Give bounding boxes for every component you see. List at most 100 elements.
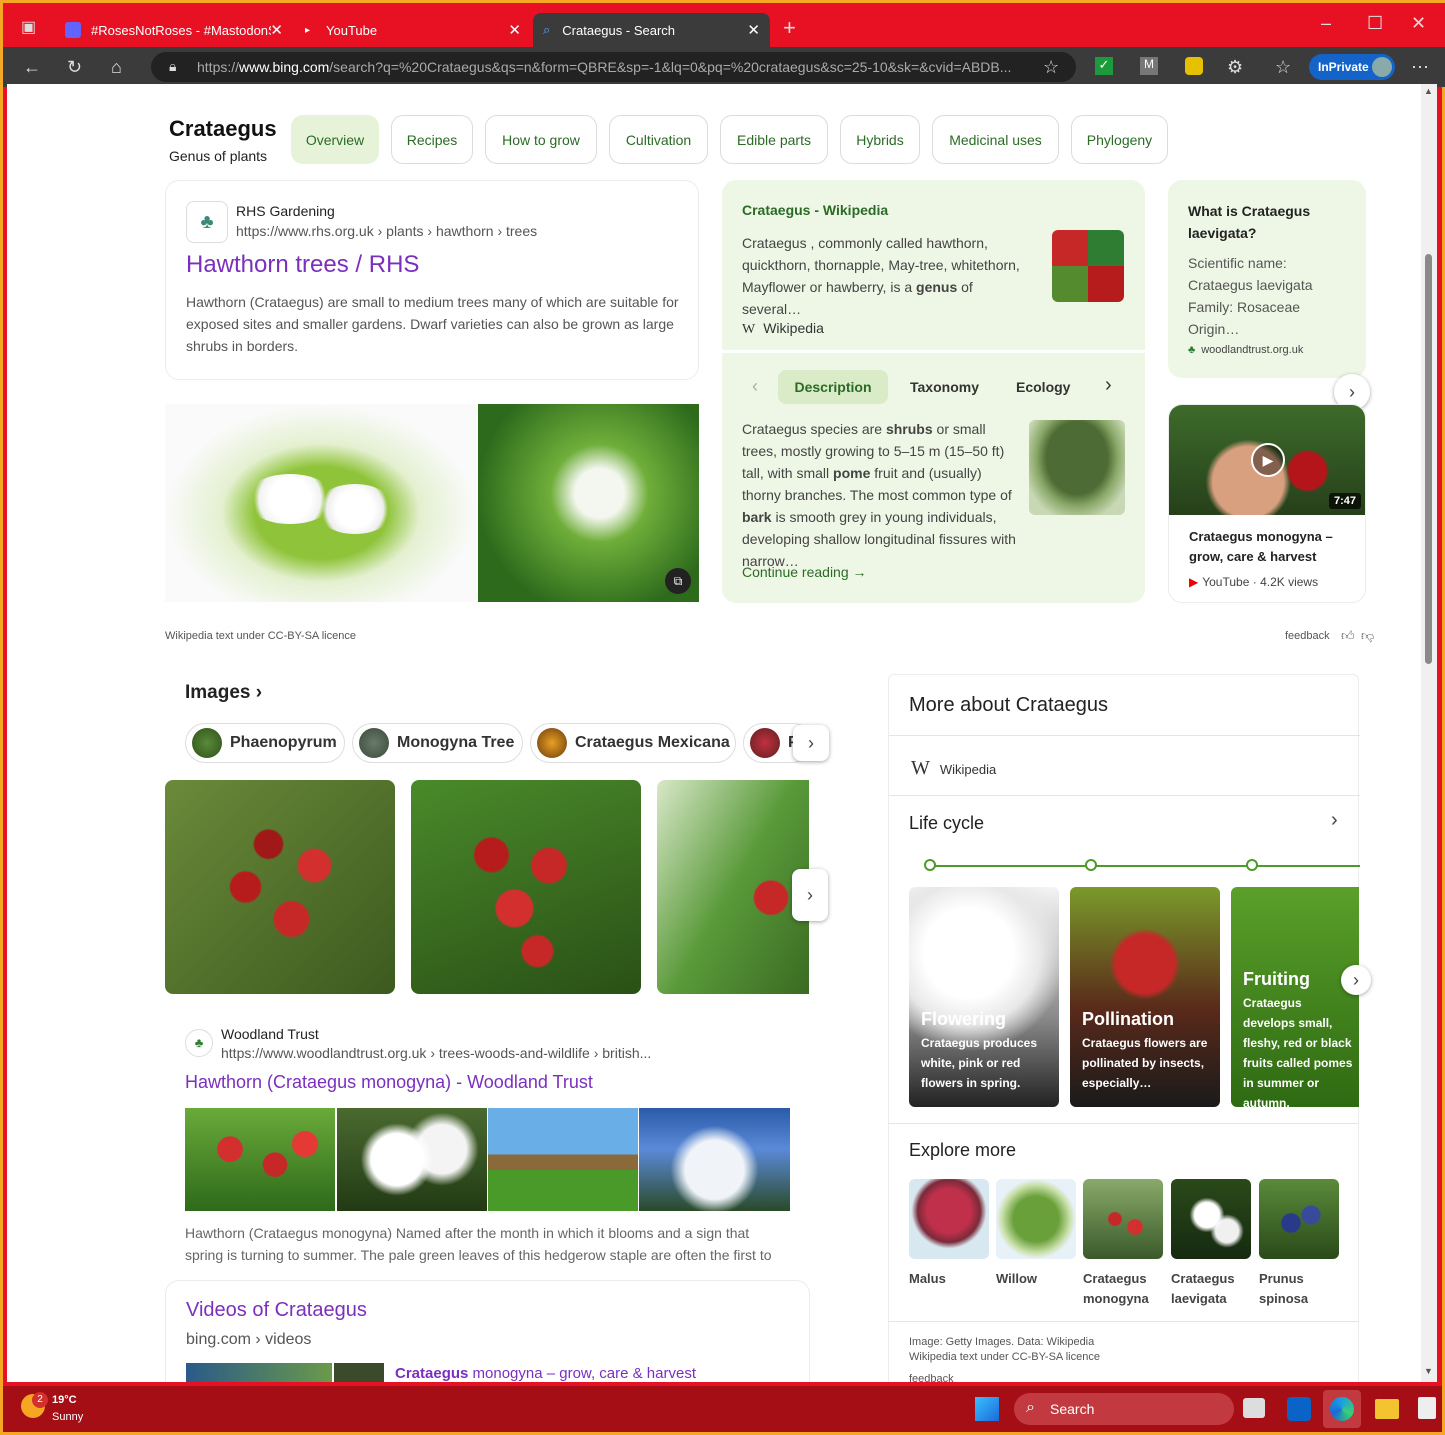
home-icon[interactable]: ⌂ bbox=[111, 57, 122, 78]
scroll-down-icon[interactable]: ▼ bbox=[1424, 1366, 1433, 1376]
hawthorn-flower-image[interactable]: ⧉ bbox=[478, 404, 699, 602]
weather-temp[interactable]: 19°C bbox=[52, 1394, 77, 1406]
berries-image-2[interactable] bbox=[411, 780, 641, 994]
woodland-image-3[interactable] bbox=[488, 1108, 638, 1211]
close-tab-icon[interactable]: ✕ bbox=[747, 21, 760, 39]
extensions-icon[interactable]: ⚙ bbox=[1227, 57, 1243, 78]
extension-check-icon[interactable]: ✓ bbox=[1095, 57, 1113, 75]
back-icon[interactable]: ← bbox=[23, 57, 41, 78]
chip-crataegus-mexicana[interactable]: Crataegus Mexicana bbox=[530, 723, 736, 763]
task-view-icon[interactable] bbox=[1243, 1398, 1265, 1418]
lifecycle-next-button[interactable]: › bbox=[1341, 965, 1371, 995]
thumbs-down-icon[interactable]: 👎︎ bbox=[1361, 628, 1374, 644]
minimize-button[interactable]: – bbox=[1321, 13, 1331, 34]
close-tab-icon[interactable]: ✕ bbox=[270, 21, 283, 39]
tab-taxonomy[interactable]: Taxonomy bbox=[910, 379, 979, 395]
continue-reading-link[interactable]: Continue reading → bbox=[742, 564, 867, 580]
taskbar-search[interactable]: ⌕ Search bbox=[1014, 1393, 1234, 1425]
extension-coin-icon[interactable] bbox=[1185, 57, 1203, 75]
edge-taskbar-button[interactable] bbox=[1323, 1390, 1361, 1428]
explore-crataegus-monogyna[interactable]: Crataegus monogyna bbox=[1083, 1179, 1163, 1309]
images-heading[interactable]: Images › bbox=[185, 682, 262, 704]
video-card[interactable]: ▶ 7:47 Crataegus monogyna – grow, care &… bbox=[1168, 404, 1366, 603]
more-menu-icon[interactable]: ⋯ bbox=[1411, 57, 1429, 78]
chevron-right-icon[interactable]: › bbox=[1105, 374, 1112, 397]
licence-note[interactable]: Wikipedia text under CC-BY-SA licence bbox=[165, 630, 356, 642]
result-title-link[interactable]: Hawthorn trees / RHS bbox=[186, 251, 419, 279]
tab-crataegus-search[interactable]: ⌕ Crataegus - Search ✕ bbox=[533, 13, 770, 47]
tab-recipes[interactable]: Recipes bbox=[391, 115, 473, 164]
close-window-button[interactable]: ✕ bbox=[1411, 13, 1426, 34]
video-thumb-2[interactable] bbox=[334, 1363, 384, 1382]
videos-title-link[interactable]: Videos of Crataegus bbox=[186, 1299, 367, 1322]
wiki-source[interactable]: W Wikipedia bbox=[742, 320, 824, 338]
maximize-button[interactable]: ☐ bbox=[1367, 13, 1383, 34]
favorites-icon[interactable]: ☆ bbox=[1275, 57, 1291, 78]
gallery-icon[interactable]: ⧉ bbox=[665, 568, 691, 594]
result-title-link[interactable]: Hawthorn (Crataegus monogyna) - Woodland… bbox=[185, 1072, 593, 1093]
woodland-image-1[interactable] bbox=[185, 1108, 335, 1211]
explore-prunus-spinosa[interactable]: Prunus spinosa bbox=[1259, 1179, 1339, 1309]
scroll-up-icon[interactable]: ▲ bbox=[1424, 86, 1433, 96]
woodland-image-4[interactable] bbox=[639, 1108, 790, 1211]
wikipedia-link[interactable]: W Wikipedia bbox=[911, 757, 996, 780]
favorite-star-icon[interactable]: ☆ bbox=[1043, 57, 1059, 78]
tab-cultivation[interactable]: Cultivation bbox=[609, 115, 708, 164]
tab-description[interactable]: Description bbox=[778, 370, 888, 404]
tab-how-to-grow[interactable]: How to grow bbox=[485, 115, 597, 164]
tab-overview[interactable]: Overview bbox=[291, 115, 379, 164]
feedback-link[interactable]: feedback bbox=[909, 1373, 954, 1382]
chips-next-button[interactable]: › bbox=[793, 725, 829, 761]
url-input[interactable]: 🔒︎ https://www.bing.com/search?q=%20Crata… bbox=[151, 52, 1076, 82]
video-thumb-1[interactable] bbox=[186, 1363, 332, 1382]
tab-actions-icon[interactable]: ▣ bbox=[21, 17, 36, 37]
new-tab-button[interactable]: + bbox=[783, 15, 796, 41]
app-icon[interactable] bbox=[1418, 1397, 1436, 1419]
tab-medicinal-uses[interactable]: Medicinal uses bbox=[932, 115, 1059, 164]
extension-m-icon[interactable]: M bbox=[1140, 57, 1158, 75]
refresh-icon[interactable]: ↻ bbox=[67, 57, 82, 78]
video-item-link[interactable]: Crataegus monogyna – grow, care & harves… bbox=[395, 1365, 696, 1382]
start-icon[interactable] bbox=[975, 1397, 999, 1421]
chip-monogyna-tree[interactable]: Monogyna Tree bbox=[352, 723, 523, 763]
shrub-image[interactable] bbox=[1029, 420, 1125, 515]
images-next-button[interactable]: › bbox=[792, 869, 828, 921]
woodland-image-2[interactable] bbox=[337, 1108, 487, 1211]
tab-edible-parts[interactable]: Edible parts bbox=[720, 115, 828, 164]
outlook-icon[interactable] bbox=[1287, 1397, 1311, 1421]
hawthorn-branch-image[interactable] bbox=[165, 404, 477, 602]
chevron-left-icon[interactable]: ‹ bbox=[752, 376, 758, 397]
tab-ecology[interactable]: Ecology bbox=[1016, 379, 1070, 395]
thumbs-up-icon[interactable]: 👍︎ bbox=[1341, 628, 1355, 644]
lifecycle-title[interactable]: Life cycle bbox=[909, 813, 984, 834]
faq-title[interactable]: What is Crataegus laevigata? bbox=[1188, 200, 1348, 244]
berries-image-3[interactable] bbox=[657, 780, 809, 994]
lifecycle-card-fruiting[interactable]: Fruiting Crataegus develops small, flesh… bbox=[1231, 887, 1359, 1107]
tab-hybrids[interactable]: Hybrids bbox=[840, 115, 920, 164]
close-tab-icon[interactable]: ✕ bbox=[508, 21, 521, 39]
more-about-title: More about Crataegus bbox=[909, 694, 1109, 716]
videos-url[interactable]: bing.com › videos bbox=[186, 1331, 311, 1349]
tab-youtube[interactable]: ▸ YouTube ✕ bbox=[295, 13, 531, 47]
site-url[interactable]: https://www.rhs.org.uk › plants › hawtho… bbox=[236, 223, 537, 239]
explore-willow[interactable]: Willow bbox=[996, 1179, 1076, 1289]
wiki-heading[interactable]: Crataegus - Wikipedia bbox=[742, 202, 888, 218]
feedback-link[interactable]: feedback bbox=[1285, 630, 1330, 642]
tab-phylogeny[interactable]: Phylogeny bbox=[1071, 115, 1168, 164]
weather-condition[interactable]: Sunny bbox=[52, 1411, 83, 1423]
lifecycle-card-pollination[interactable]: Pollination Crataegus flowers are pollin… bbox=[1070, 887, 1220, 1107]
tab-mastodon[interactable]: #RosesNotRoses - #MastodonSpy ✕ bbox=[55, 13, 293, 47]
lifecycle-card-flowering[interactable]: Flowering Crataegus produces white, pink… bbox=[909, 887, 1059, 1107]
explore-malus[interactable]: Malus bbox=[909, 1179, 989, 1289]
site-url[interactable]: https://www.woodlandtrust.org.uk › trees… bbox=[221, 1045, 651, 1061]
chip-phaenopyrum[interactable]: Phaenopyrum bbox=[185, 723, 345, 763]
scrollbar-thumb[interactable] bbox=[1425, 254, 1432, 664]
wiki-thumbnail-image[interactable] bbox=[1052, 230, 1124, 302]
berries-image-1[interactable] bbox=[165, 780, 395, 994]
chevron-right-icon[interactable]: › bbox=[1331, 809, 1338, 832]
inprivate-badge[interactable]: InPrivate bbox=[1309, 54, 1395, 80]
file-explorer-icon[interactable] bbox=[1375, 1399, 1399, 1419]
scrollbar[interactable]: ▲ ▼ bbox=[1421, 84, 1437, 1382]
explore-crataegus-laevigata[interactable]: Crataegus laevigata bbox=[1171, 1179, 1251, 1309]
faq-source[interactable]: ♣ woodlandtrust.org.uk bbox=[1188, 344, 1303, 356]
